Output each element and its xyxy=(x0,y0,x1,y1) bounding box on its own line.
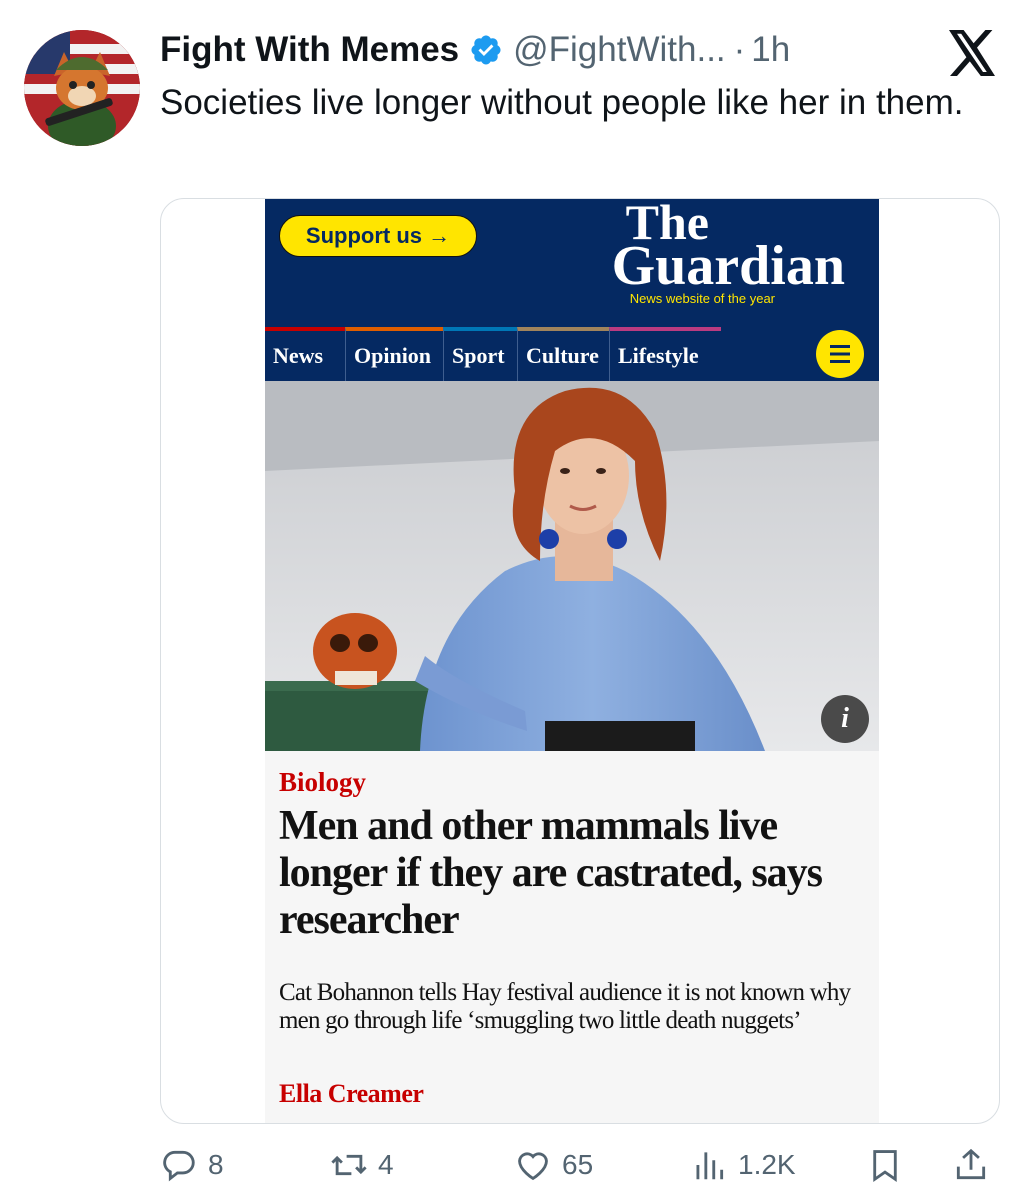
article-kicker[interactable]: Biology xyxy=(279,767,366,798)
author-handle[interactable]: @FightWith... xyxy=(513,30,726,70)
guardian-nav: News Opinion Sport Culture Lifestyle xyxy=(265,327,879,381)
reply-button[interactable]: 8 xyxy=(160,1140,224,1190)
views-button[interactable]: 1.2K xyxy=(690,1140,796,1190)
support-us-button[interactable]: Support us → xyxy=(279,215,477,257)
article-headline[interactable]: Men and other mammals live longer if the… xyxy=(279,803,859,944)
tweet-text: Societies live longer without people lik… xyxy=(160,83,964,122)
cartoon-soldier-fox-avatar-image xyxy=(24,30,140,146)
article-byline[interactable]: Ella Creamer xyxy=(279,1079,424,1109)
verified-badge-icon xyxy=(469,33,503,67)
bookmark-icon xyxy=(873,1150,897,1182)
skull-figure xyxy=(313,613,397,689)
like-button[interactable]: 65 xyxy=(514,1140,593,1190)
share-button[interactable] xyxy=(952,1140,1000,1190)
reply-count: 8 xyxy=(208,1149,224,1180)
nav-culture[interactable]: Culture xyxy=(517,327,609,381)
bookmark-button[interactable] xyxy=(866,1140,914,1190)
author-name[interactable]: Fight With Memes xyxy=(160,30,459,70)
tweet-media-card[interactable]: Support us → The Guardian News website o… xyxy=(160,198,1000,1124)
logo-tagline: News website of the year xyxy=(629,291,775,306)
guardian-header: Support us → The Guardian News website o… xyxy=(265,199,879,327)
x-logo-icon xyxy=(949,30,997,76)
retweet-button[interactable]: 4 xyxy=(330,1140,394,1190)
nav-opinion[interactable]: Opinion xyxy=(345,327,443,381)
separator-dot: · xyxy=(733,30,746,69)
nav-news[interactable]: News xyxy=(265,327,345,381)
retweet-icon xyxy=(331,1154,367,1176)
article-photo xyxy=(265,381,879,751)
reply-icon xyxy=(163,1150,195,1182)
like-count: 65 xyxy=(562,1149,594,1180)
analytics-icon xyxy=(696,1152,724,1180)
logo-guardian: Guardian xyxy=(611,235,845,297)
tweet-actions: 8 4 65 1.2K xyxy=(160,1140,1000,1190)
author-avatar[interactable] xyxy=(24,30,140,146)
retweet-count: 4 xyxy=(378,1149,394,1180)
share-icon xyxy=(956,1148,986,1180)
tweet-timestamp[interactable]: 1h xyxy=(751,30,790,70)
guardian-logo: The Guardian News website of the year xyxy=(611,199,845,306)
nav-sport[interactable]: Sport xyxy=(443,327,517,381)
article-standfirst: Cat Bohannon tells Hay festival audience… xyxy=(279,979,851,1034)
view-count: 1.2K xyxy=(738,1149,796,1180)
nav-lifestyle[interactable]: Lifestyle xyxy=(609,327,721,381)
heart-icon xyxy=(518,1152,548,1181)
tweet-header: Fight With Memes @FightWith... · 1h xyxy=(160,26,911,74)
info-icon[interactable]: i xyxy=(821,695,869,743)
hamburger-menu-icon[interactable] xyxy=(809,327,871,381)
guardian-article-screenshot: Support us → The Guardian News website o… xyxy=(265,199,879,1123)
